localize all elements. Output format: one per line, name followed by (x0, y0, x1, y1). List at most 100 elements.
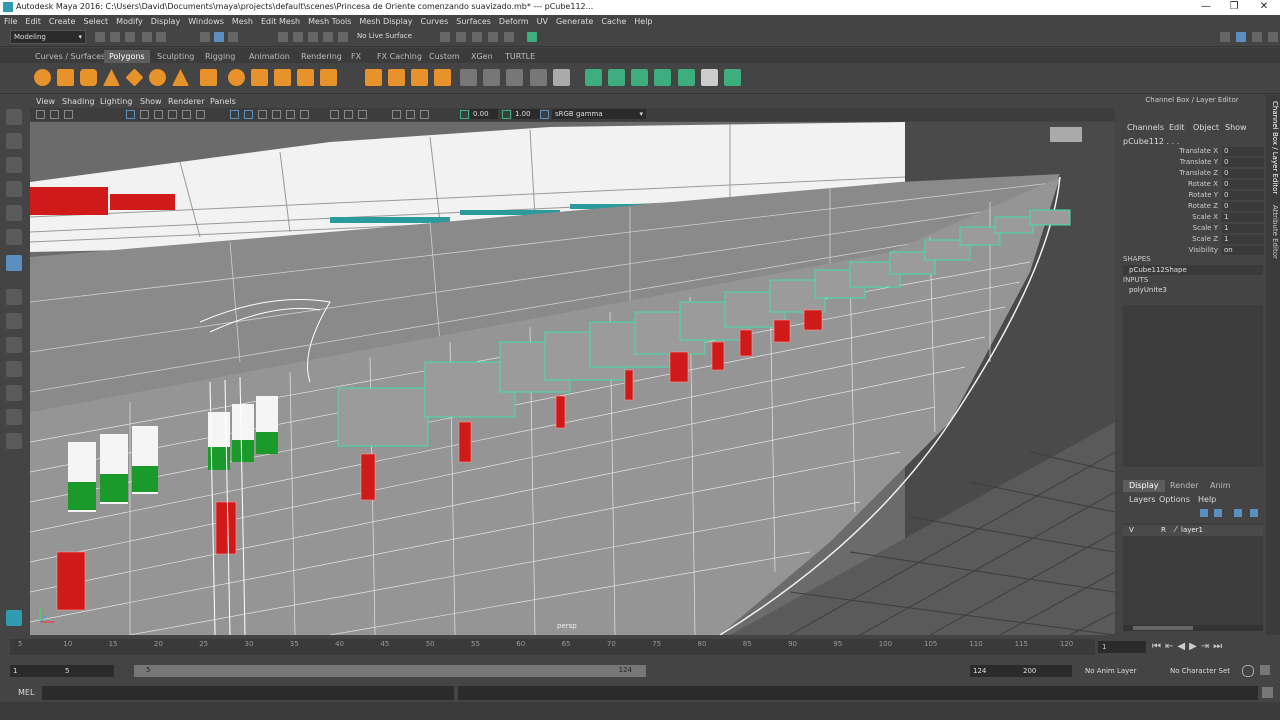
toggle-tool-settings-icon[interactable] (527, 32, 537, 42)
workspace-icon[interactable] (1220, 32, 1230, 42)
menu-cache[interactable]: Cache (597, 15, 630, 28)
editor-toggle-icon[interactable] (1268, 32, 1278, 42)
uv-cylindrical-icon[interactable] (608, 69, 625, 86)
script-editor-icon[interactable] (1262, 687, 1273, 698)
use-all-lights-icon[interactable] (286, 110, 295, 119)
options-menu[interactable]: Options (1159, 495, 1190, 504)
shelf-tab-rendering[interactable]: Rendering (296, 50, 347, 63)
checker-icon[interactable] (553, 69, 570, 86)
color-management-icon[interactable] (540, 110, 549, 119)
quad-draw-icon[interactable] (506, 69, 523, 86)
gamma-icon[interactable] (502, 110, 511, 119)
shape-node[interactable]: pCube112Shape (1123, 265, 1263, 275)
two-view-layout-icon[interactable] (6, 337, 22, 353)
outliner-layout-icon[interactable] (6, 385, 22, 401)
select-tool-icon[interactable] (6, 109, 22, 125)
hypershade-layout-icon[interactable] (6, 433, 22, 449)
anim-prefs-icon[interactable] (1260, 665, 1270, 675)
redo-icon[interactable] (156, 32, 166, 42)
menu-select[interactable]: Select (79, 15, 112, 28)
snap-grid-icon[interactable] (278, 32, 288, 42)
new-layer-selected-icon[interactable] (1250, 509, 1258, 517)
end-time-field[interactable]: 200 (1020, 665, 1072, 677)
shelf-tab-custom[interactable]: Custom (424, 50, 465, 63)
attr-visibility-field[interactable]: on (1222, 246, 1264, 255)
current-frame-field[interactable]: 1 (1098, 641, 1146, 653)
xray-joints-icon[interactable] (420, 110, 429, 119)
maximize-button[interactable]: ❐ (1220, 0, 1248, 15)
layer-help-menu[interactable]: Help (1198, 495, 1216, 504)
perspective-viewport[interactable]: persp (30, 122, 1115, 635)
shelf-tab-fx[interactable]: FX (346, 50, 366, 63)
select-object-icon[interactable] (214, 32, 224, 42)
view-transform-dropdown[interactable]: sRGB gamma ▾ (552, 109, 646, 119)
panel-menu-shading[interactable]: Shading (62, 95, 95, 108)
film-gate-icon[interactable] (140, 110, 149, 119)
shelf-tab-turtle[interactable]: TURTLE (500, 50, 540, 63)
object-menu[interactable]: Object (1193, 123, 1219, 132)
xray-icon[interactable] (406, 110, 415, 119)
menu-file[interactable]: File (0, 15, 21, 28)
menu-edit-mesh[interactable]: Edit Mesh (257, 15, 304, 28)
isolate-select-icon[interactable] (392, 110, 401, 119)
poly-cube-icon[interactable] (57, 69, 74, 86)
graph-editor-layout-icon[interactable] (6, 409, 22, 425)
layer-row[interactable]: V R ⁄ layer1 (1123, 525, 1263, 536)
poly-cylinder-icon[interactable] (80, 69, 97, 86)
attr-scale-z-field[interactable]: 1 (1222, 235, 1264, 244)
poly-sphere-icon[interactable] (34, 69, 51, 86)
channels-menu[interactable]: Channels (1127, 123, 1164, 132)
paint-select-tool-icon[interactable] (6, 157, 22, 173)
menu-generate[interactable]: Generate (552, 15, 597, 28)
show-menu[interactable]: Show (1225, 123, 1247, 132)
menu-display[interactable]: Display (147, 15, 185, 28)
gamma-field[interactable]: 1.00 (512, 109, 540, 119)
new-layer-icon[interactable] (1234, 509, 1242, 517)
move-tool-icon[interactable] (6, 181, 22, 197)
menu-edit[interactable]: Edit (21, 15, 45, 28)
image-plane-icon[interactable] (64, 110, 73, 119)
shadows-icon[interactable] (300, 110, 309, 119)
layout-icon[interactable] (1236, 32, 1246, 42)
time-slider[interactable]: 5 10 15 20 25 30 35 40 45 50 55 60 65 70 75 80 85 90 95 100… (0, 636, 1280, 660)
extrude-icon[interactable] (365, 69, 382, 86)
shelf-tab-rigging[interactable]: Rigging (200, 50, 240, 63)
poly-pipe-icon[interactable] (228, 69, 245, 86)
render-current-icon[interactable] (456, 32, 466, 42)
single-perspective-layout-icon[interactable] (6, 289, 22, 305)
exposure-icon[interactable] (460, 110, 469, 119)
layer-tab-render[interactable]: Render (1170, 480, 1198, 492)
minimize-button[interactable]: — (1192, 0, 1220, 15)
poly-cone-icon[interactable] (103, 69, 120, 86)
target-weld-icon[interactable] (483, 69, 500, 86)
attr-translate-x-field[interactable]: 0 (1222, 147, 1264, 156)
persp-outliner-layout-icon[interactable] (6, 361, 22, 377)
menu-create[interactable]: Create (45, 15, 80, 28)
menu-set-dropdown[interactable]: Modeling ▾ (10, 30, 86, 44)
panel-menu-renderer[interactable]: Renderer (168, 95, 205, 108)
poly-plane-icon[interactable] (125, 68, 144, 87)
uv-spherical-icon[interactable] (631, 69, 648, 86)
snap-surface-icon[interactable] (338, 32, 348, 42)
character-set-dropdown[interactable]: No Character Set (1170, 667, 1230, 675)
side-tab-channel-box[interactable]: Channel Box / Layer Editor (1267, 101, 1279, 194)
layer-scrollbar-thumb[interactable] (1133, 626, 1193, 630)
render-settings-icon[interactable] (488, 32, 498, 42)
menu-windows[interactable]: Windows (184, 15, 228, 28)
history-icon[interactable] (440, 32, 450, 42)
uv-checker-icon[interactable] (701, 69, 718, 86)
shelf-tab-xgen[interactable]: XGen (466, 50, 498, 63)
panel-menu-panels[interactable]: Panels (210, 95, 236, 108)
playback-start-field[interactable]: 5 (62, 665, 114, 677)
attr-scale-x-field[interactable]: 1 (1222, 213, 1264, 222)
lasso-tool-icon[interactable] (6, 133, 22, 149)
shelf-tab-sculpting[interactable]: Sculpting (152, 50, 199, 63)
menu-modify[interactable]: Modify (112, 15, 147, 28)
save-scene-icon[interactable] (125, 32, 135, 42)
camera-attributes-icon[interactable] (36, 110, 45, 119)
exposure-field[interactable]: 0.00 (470, 109, 498, 119)
attr-rotate-y-field[interactable]: 0 (1222, 191, 1264, 200)
scale-tool-icon[interactable] (6, 229, 22, 245)
auto-key-icon[interactable] (1242, 665, 1254, 677)
textured-icon[interactable] (272, 110, 281, 119)
